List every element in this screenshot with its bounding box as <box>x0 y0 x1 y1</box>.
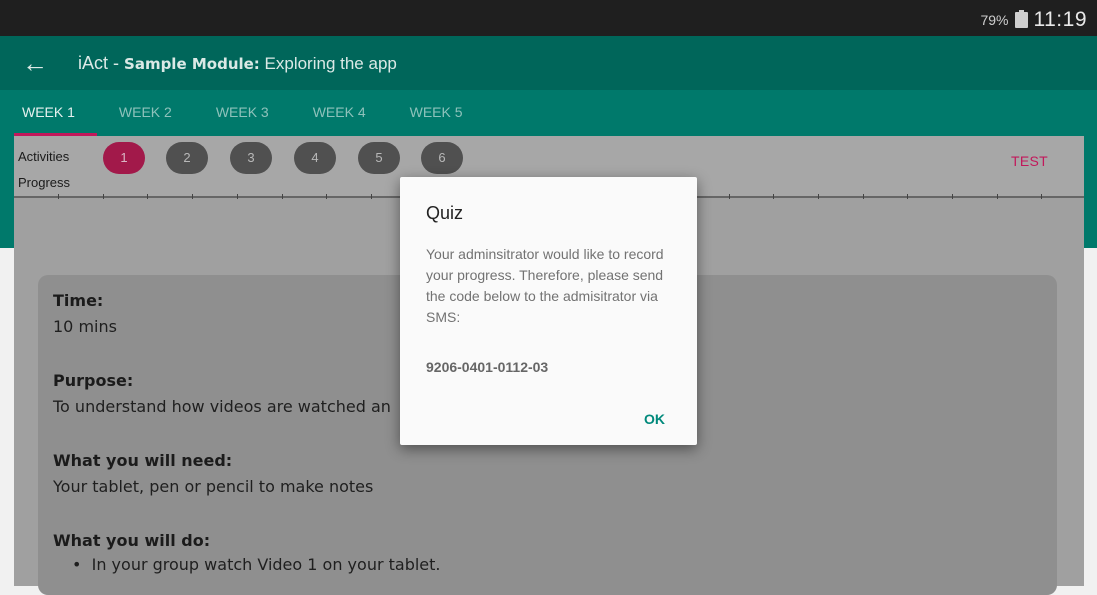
activity-step-5[interactable]: 5 <box>358 142 400 174</box>
activity-step-3[interactable]: 3 <box>230 142 272 174</box>
progress-tick <box>237 194 238 199</box>
tab-week-5[interactable]: WEEK 5 <box>388 90 485 136</box>
progress-tick <box>952 194 953 199</box>
time-heading: Time: <box>53 291 104 310</box>
list-item: • In your group watch Video 1 on your ta… <box>72 555 441 574</box>
purpose-value: To understand how videos are watched an <box>53 397 391 416</box>
progress-tick <box>192 194 193 199</box>
progress-tick <box>147 194 148 199</box>
tab-week-3[interactable]: WEEK 3 <box>194 90 291 136</box>
progress-tick <box>818 194 819 199</box>
dialog-message: Your adminsitrator would like to record … <box>426 246 664 325</box>
activity-step-1[interactable]: 1 <box>103 142 145 174</box>
progress-tick <box>326 194 327 199</box>
progress-code: 9206-0401-0112-03 <box>426 359 549 375</box>
progress-tick <box>58 194 59 199</box>
need-heading: What you will need: <box>53 451 233 470</box>
progress-tick <box>773 194 774 199</box>
clock: 11:19 <box>1033 8 1087 31</box>
do-heading: What you will do: <box>53 531 211 550</box>
activities-label: Activities <box>18 149 70 164</box>
do-item-1: In your group watch Video 1 on your tabl… <box>91 555 441 574</box>
tab-week-2[interactable]: WEEK 2 <box>97 90 194 136</box>
progress-tick <box>371 194 372 199</box>
progress-tick <box>863 194 864 199</box>
purpose-heading: Purpose: <box>53 371 134 390</box>
progress-tick <box>997 194 998 199</box>
progress-tick <box>729 194 730 199</box>
battery-icon <box>1014 10 1028 28</box>
progress-tick <box>907 194 908 199</box>
battery-percentage: 79% <box>980 12 1009 28</box>
arrow-left-icon[interactable]: ← <box>22 50 48 76</box>
activity-step-4[interactable]: 4 <box>294 142 336 174</box>
progress-label: Progress <box>18 175 71 190</box>
module-title: Exploring the app <box>259 53 397 73</box>
quiz-dialog: Quiz Your adminsitrator would like to re… <box>400 177 697 445</box>
status-indicators: 79% 11:19 <box>980 8 1087 32</box>
week-tabs: WEEK 1 WEEK 2 WEEK 3 WEEK 4 WEEK 5 <box>0 90 1097 136</box>
activity-step-6[interactable]: 6 <box>421 142 463 174</box>
tab-week-4[interactable]: WEEK 4 <box>291 90 388 136</box>
ok-button[interactable]: OK <box>644 411 665 427</box>
progress-tick <box>1041 194 1042 199</box>
progress-tick <box>103 194 104 199</box>
progress-tick <box>282 194 283 199</box>
tab-week-1[interactable]: WEEK 1 <box>0 90 97 136</box>
need-value: Your tablet, pen or pencil to make notes <box>53 477 374 496</box>
activity-step-2[interactable]: 2 <box>166 142 208 174</box>
app-bar: ← iAct - Sample Module: Exploring the ap… <box>0 36 1097 90</box>
module-label: Sample Module: <box>124 54 260 73</box>
test-button[interactable]: TEST <box>1011 153 1048 169</box>
time-value: 10 mins <box>53 317 117 336</box>
app-name: iAct - <box>78 52 125 73</box>
app-title: iAct - Sample Module: Exploring the app <box>78 53 397 74</box>
dialog-title: Quiz <box>426 203 464 223</box>
status-bar: 79% 11:19 <box>0 0 1097 36</box>
